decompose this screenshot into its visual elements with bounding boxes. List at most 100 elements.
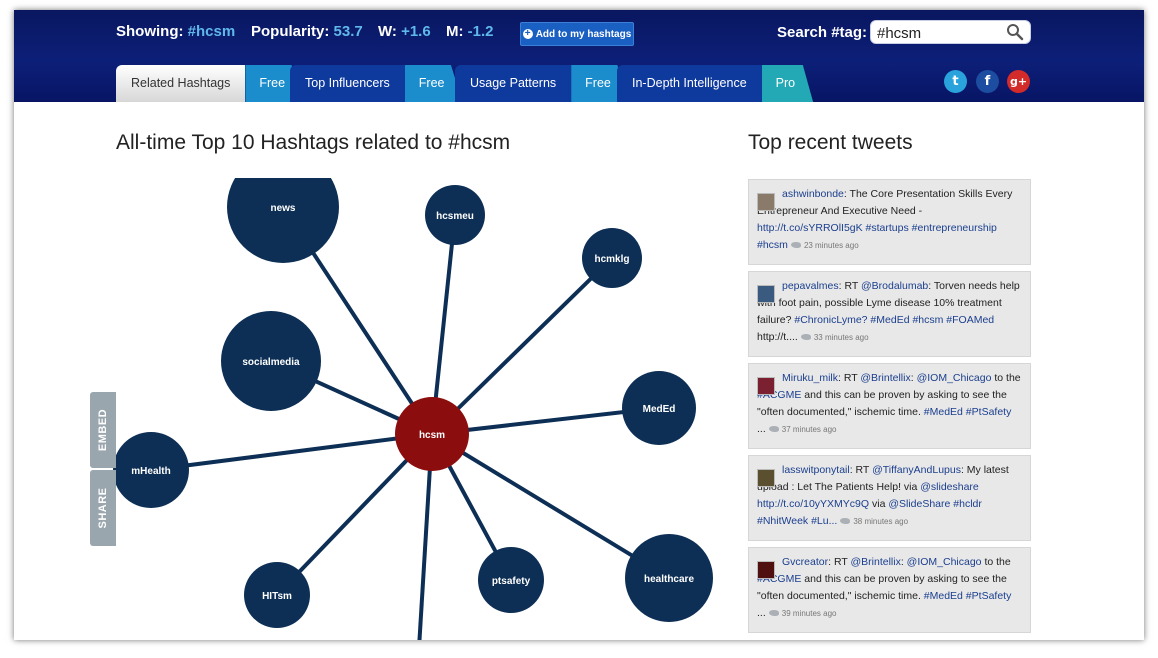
share-label: SHARE (97, 487, 109, 529)
tweet-body: via (869, 498, 889, 510)
tab-badge-free: Free (404, 65, 463, 102)
tweet-body: http://t.... (757, 331, 798, 343)
tab-top-influencers[interactable]: Top Influencers Free (290, 65, 463, 102)
tab-in-depth-intelligence[interactable]: In-Depth Intelligence Pro (617, 65, 814, 102)
tweet-mention[interactable]: @slideshare (920, 481, 979, 493)
tweet-link[interactable]: http://t.co/10yYXMYc9Q (757, 498, 869, 510)
tweet-mention[interactable]: @Brodalumab (861, 280, 928, 292)
tweet-body: : RT (838, 280, 861, 292)
graph-node-mHealth[interactable]: mHealth (113, 432, 189, 508)
tweet-body: to the (991, 372, 1021, 384)
tweet-mention[interactable]: @IOM_Chicago (917, 372, 992, 384)
tweet-body: : RT (828, 556, 851, 568)
graph-node-HITsm[interactable]: HITsm (244, 562, 310, 628)
tweet-item: lasswitponytail: RT @TiffanyAndLupus: My… (748, 455, 1031, 541)
tweet-link[interactable]: #ChronicLyme? #MedEd #hcsm #FOAMed (794, 314, 994, 326)
tweet-body: ... (757, 607, 766, 619)
node-label: ptsafety (492, 576, 531, 587)
node-label: news (270, 203, 295, 214)
weekly-value: +1.6 (401, 23, 431, 40)
tweet-username[interactable]: ashwinbonde (782, 188, 844, 200)
tweet-body: ... (757, 423, 766, 435)
node-label: hcsm (419, 430, 445, 441)
tweet-time: 33 minutes ago (813, 333, 869, 342)
graph-node-news[interactable]: news (227, 178, 339, 263)
tweet-body: : RT (849, 464, 873, 476)
facebook-icon[interactable]: f (976, 70, 999, 93)
avatar[interactable] (757, 561, 775, 579)
showing-stat: Showing: #hcsm (116, 23, 235, 40)
avatar[interactable] (757, 193, 775, 211)
graph-node-ptsafety[interactable]: ptsafety (478, 547, 544, 613)
showing-label: Showing: (116, 23, 184, 40)
tweet-username[interactable]: Miruku_milk (782, 372, 838, 384)
tab-badge-pro: Pro (761, 65, 814, 102)
graph-node-hcsmeu[interactable]: hcsmeu (425, 185, 485, 245)
tweet-body: : RT (838, 372, 861, 384)
bird-icon (840, 518, 851, 525)
showing-value: #hcsm (187, 23, 236, 40)
monthly-value: -1.2 (467, 23, 494, 40)
tweet-mention[interactable]: @Brintellix (850, 556, 900, 568)
tweet-username[interactable]: Gvcreator (782, 556, 828, 568)
tweet-item: ashwinbonde: The Core Presentation Skill… (748, 179, 1031, 265)
graph-node-hcmklg[interactable]: hcmklg (582, 228, 642, 288)
avatar[interactable] (757, 285, 775, 303)
search-icon[interactable] (1006, 23, 1024, 41)
avatar[interactable] (757, 377, 775, 395)
embed-tab[interactable]: EMBED (90, 392, 116, 468)
tweet-text: pepavalmes: RT @Brodalumab: Torven needs… (757, 278, 1022, 346)
tab-label: Related Hashtags (116, 65, 246, 102)
twitter-icon[interactable]: t (944, 70, 967, 93)
tweet-username[interactable]: pepavalmes (782, 280, 839, 292)
tweet-link[interactable]: #MedEd #PtSafety (924, 590, 1012, 602)
add-hashtag-button[interactable]: + Add to my hashtags (520, 22, 634, 46)
tweet-text: lasswitponytail: RT @TiffanyAndLupus: My… (757, 462, 1022, 530)
bird-icon (790, 242, 801, 249)
tweet-mention[interactable]: @TiffanyAndLupus (872, 464, 961, 476)
node-label: mHealth (131, 466, 170, 477)
tweet-link[interactable]: #MedEd #PtSafety (924, 406, 1012, 418)
node-label: healthcare (644, 574, 694, 585)
bird-icon (768, 426, 779, 433)
tweet-item: Gvcreator: RT @Brintellix: @IOM_Chicago … (748, 547, 1031, 633)
weekly-label: W: (378, 23, 397, 40)
tweet-body: to the (981, 556, 1011, 568)
popularity-stat: Popularity: 53.7 (251, 23, 363, 40)
embed-label: EMBED (97, 408, 109, 452)
graph-edge-hcmklg (430, 256, 614, 436)
monthly-stat: M: -1.2 (446, 23, 494, 40)
plus-icon: + (522, 29, 533, 39)
tweet-time: 38 minutes ago (853, 517, 909, 526)
add-hashtag-label: Add to my hashtags (535, 28, 632, 40)
graph-node-center[interactable]: hcsm (395, 397, 469, 471)
tweet-time: 37 minutes ago (781, 425, 837, 434)
node-label: hcsmeu (436, 211, 474, 222)
tweet-mention[interactable]: @Brintellix (860, 372, 910, 384)
tweet-username[interactable]: lasswitponytail (782, 464, 850, 476)
tab-label: In-Depth Intelligence (617, 65, 762, 102)
popularity-value: 53.7 (333, 23, 363, 40)
graph-node-healthcare[interactable]: healthcare (625, 534, 713, 622)
tweet-item: pepavalmes: RT @Brodalumab: Torven needs… (748, 271, 1031, 357)
tab-usage-patterns[interactable]: Usage Patterns Free (455, 65, 629, 102)
google-plus-icon[interactable]: g+ (1007, 70, 1030, 93)
avatar[interactable] (757, 469, 775, 487)
tweet-text: Gvcreator: RT @Brintellix: @IOM_Chicago … (757, 554, 1022, 622)
bird-icon (800, 334, 811, 341)
monthly-label: M: (446, 23, 464, 40)
tweet-text: ashwinbonde: The Core Presentation Skill… (757, 186, 1022, 254)
tab-related-hashtags[interactable]: Related Hashtags Free (116, 65, 304, 102)
graph-node-MedEd[interactable]: MedEd (622, 371, 696, 445)
graph-edge-mHealth (150, 432, 433, 472)
graph-node-socialmedia[interactable]: socialmedia (221, 311, 321, 411)
graph-title: All-time Top 10 Hashtags related to #hcs… (116, 131, 511, 154)
tweet-mention[interactable]: @IOM_Chicago (907, 556, 982, 568)
share-tab[interactable]: SHARE (90, 470, 116, 546)
tweet-time: 39 minutes ago (781, 609, 837, 618)
tweet-time: 23 minutes ago (803, 241, 859, 250)
header-bar: Showing: #hcsm Popularity: 53.7 W: +1.6 … (14, 10, 1144, 102)
graph-nodes: news hcsmeu hcmklg socialmedia MedEd mHealth H… (113, 178, 713, 628)
tab-label: Top Influencers (290, 65, 405, 102)
search-label: Search #tag: (777, 24, 868, 41)
